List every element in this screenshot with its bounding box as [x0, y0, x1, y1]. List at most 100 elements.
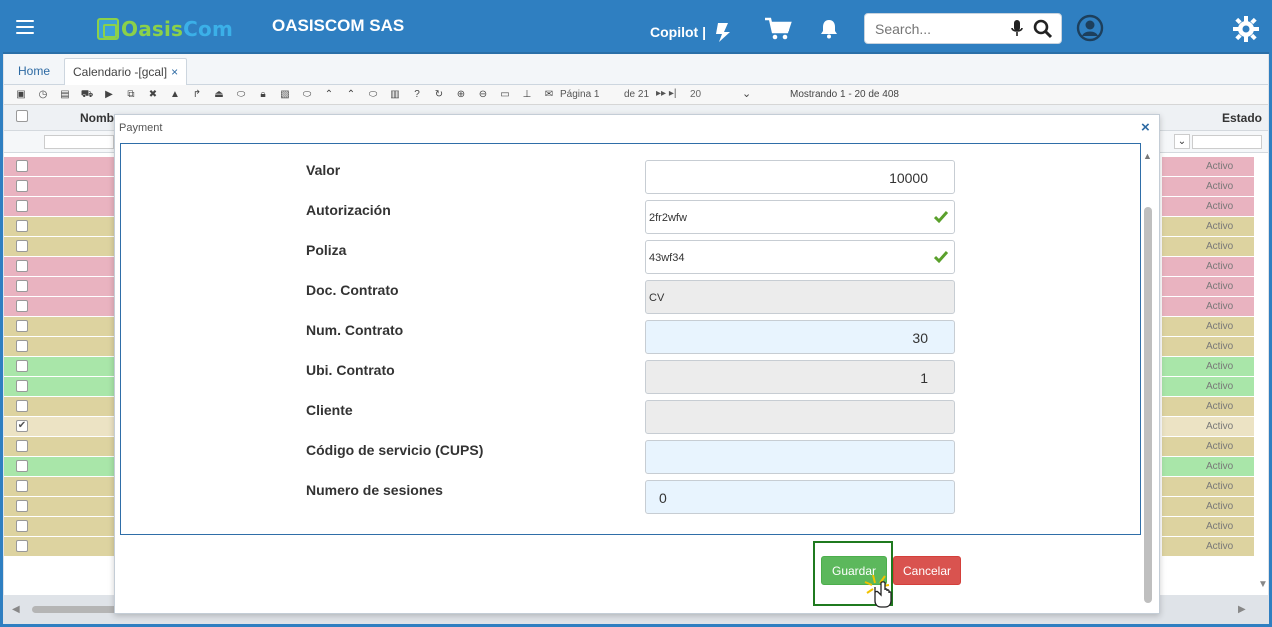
column-header-name[interactable]: Nombr [80, 111, 119, 125]
select-all-checkbox[interactable] [16, 110, 28, 122]
row-name-cell[interactable] [40, 237, 114, 256]
oasiscom-logo[interactable]: OasisCom [97, 16, 233, 42]
scroll-up-icon[interactable]: ▲ [1143, 151, 1152, 161]
copilot-button[interactable]: Copilot | [650, 21, 736, 43]
tab-close-icon[interactable]: × [171, 65, 178, 79]
row-extra-cell[interactable] [1162, 177, 1190, 196]
tab-home[interactable]: Home [10, 58, 58, 85]
mail-icon[interactable]: ✉ [538, 88, 560, 102]
row-name-cell[interactable] [40, 197, 114, 216]
row-name-cell[interactable] [40, 537, 114, 556]
caret-up-icon[interactable]: ⌃ [318, 88, 340, 102]
chevron-down-icon[interactable]: ⌄ [742, 87, 751, 100]
page-size-select[interactable]: 20 [690, 89, 701, 100]
search-icon[interactable] [1033, 19, 1053, 39]
doc-contrato-field[interactable]: CV [645, 280, 955, 314]
filter-input-name[interactable] [44, 135, 114, 149]
clock-icon[interactable]: ◷ [32, 88, 54, 102]
eject-icon[interactable]: ⏏ [208, 88, 230, 102]
row-checkbox[interactable] [16, 460, 28, 472]
row-extra-cell[interactable] [1162, 197, 1190, 216]
row-name-cell[interactable] [40, 417, 114, 436]
dialog-scroll-thumb[interactable] [1144, 207, 1152, 603]
calendar-icon[interactable]: ▣ [10, 88, 32, 102]
row-checkbox[interactable] [16, 220, 28, 232]
row-name-cell[interactable] [40, 257, 114, 276]
sesiones-field[interactable]: 0 [645, 480, 955, 514]
row-checkbox[interactable] [16, 240, 28, 252]
list-icon[interactable]: ▤ [54, 88, 76, 102]
lock-icon[interactable]: 🔒︎ [252, 88, 274, 102]
filter-input-estado[interactable] [1192, 135, 1262, 149]
zoom-out-icon[interactable]: ⊖ [472, 88, 494, 102]
play-icon[interactable]: ▶ [98, 88, 120, 102]
row-name-cell[interactable] [40, 437, 114, 456]
copy-icon[interactable]: ⧉ [120, 88, 142, 102]
row-checkbox[interactable] [16, 520, 28, 532]
row-extra-cell[interactable] [1162, 277, 1190, 296]
pill-icon[interactable]: ⬭ [362, 88, 384, 102]
row-checkbox[interactable] [16, 300, 28, 312]
autorizacion-field[interactable]: 2fr2wfw [645, 200, 955, 234]
row-extra-cell[interactable] [1162, 157, 1190, 176]
bell-icon[interactable] [820, 19, 838, 39]
row-checkbox[interactable] [16, 200, 28, 212]
row-checkbox[interactable] [16, 180, 28, 192]
row-extra-cell[interactable] [1162, 257, 1190, 276]
row-checkbox[interactable] [16, 540, 28, 552]
row-extra-cell[interactable] [1162, 217, 1190, 236]
row-checkbox[interactable] [16, 260, 28, 272]
row-extra-cell[interactable] [1162, 457, 1190, 476]
row-checkbox[interactable] [16, 500, 28, 512]
gear-icon[interactable] [1233, 16, 1259, 42]
row-extra-cell[interactable] [1162, 437, 1190, 456]
ubi-contrato-field[interactable]: 1 [645, 360, 955, 394]
row-name-cell[interactable] [40, 157, 114, 176]
row-checkbox[interactable] [16, 440, 28, 452]
row-checkbox[interactable] [16, 160, 28, 172]
caret-up-2-icon[interactable]: ⌃ [340, 88, 362, 102]
row-checkbox[interactable] [16, 400, 28, 412]
dialog-close-icon[interactable]: × [1141, 119, 1150, 136]
row-extra-cell[interactable] [1162, 517, 1190, 536]
tag-icon[interactable]: ⬭ [230, 88, 252, 102]
row-extra-cell[interactable] [1162, 377, 1190, 396]
row-name-cell[interactable] [40, 377, 114, 396]
cancel-button[interactable]: Cancelar [893, 556, 961, 585]
cart-icon[interactable] [764, 17, 792, 41]
refresh-icon[interactable]: ↻ [428, 88, 450, 102]
row-name-cell[interactable] [40, 357, 114, 376]
scroll-down-icon[interactable]: ▼ [1258, 579, 1268, 590]
next-last-page-icon[interactable]: ▸▸ ▸| [656, 88, 676, 99]
row-extra-cell[interactable] [1162, 357, 1190, 376]
delete-icon[interactable]: ✖ [142, 88, 164, 102]
row-extra-cell[interactable] [1162, 497, 1190, 516]
row-checkbox[interactable] [16, 320, 28, 332]
scroll-right-icon[interactable]: ▶ [1238, 604, 1246, 615]
columns-icon[interactable]: ▥ [384, 88, 406, 102]
column-header-estado[interactable]: Estado [1222, 111, 1262, 125]
row-extra-cell[interactable] [1162, 397, 1190, 416]
poliza-field[interactable]: 43wf34 [645, 240, 955, 274]
row-checkbox[interactable] [16, 280, 28, 292]
row-name-cell[interactable] [40, 297, 114, 316]
row-name-cell[interactable] [40, 317, 114, 336]
redo-icon[interactable]: ↱ [186, 88, 208, 102]
image-icon[interactable]: ▧ [274, 88, 296, 102]
filter-dropdown-icon[interactable]: ⌄ [1174, 134, 1190, 149]
row-checkbox[interactable] [16, 360, 28, 372]
search-input[interactable] [875, 20, 1005, 38]
row-extra-cell[interactable] [1162, 297, 1190, 316]
row-name-cell[interactable] [40, 517, 114, 536]
hamburger-menu-icon[interactable] [16, 20, 34, 34]
user-avatar-icon[interactable] [1076, 14, 1104, 42]
tab-calendario[interactable]: Calendario -[gcal] × [64, 58, 188, 85]
row-name-cell[interactable] [40, 457, 114, 476]
dialog-vertical-scrollbar[interactable]: ▲ [1141, 151, 1153, 609]
row-checkbox[interactable]: ✔ [16, 420, 28, 432]
row-extra-cell[interactable] [1162, 417, 1190, 436]
valor-field[interactable]: 10000 [645, 160, 955, 194]
warning-icon[interactable]: ▲ [164, 88, 186, 102]
num-contrato-field[interactable]: 30 [645, 320, 955, 354]
cliente-field[interactable] [645, 400, 955, 434]
